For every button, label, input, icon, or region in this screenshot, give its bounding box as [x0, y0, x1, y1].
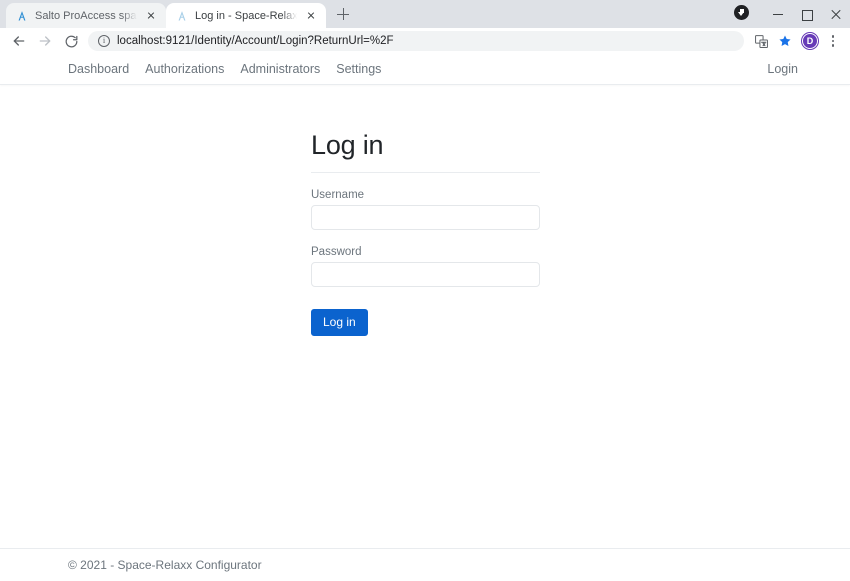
close-icon[interactable] — [304, 9, 318, 23]
maximize-button[interactable] — [792, 1, 821, 27]
page-viewport: Dashboard Authorizations Administrators … — [0, 54, 850, 581]
minimize-button[interactable] — [763, 1, 792, 27]
site-nav-right: Login — [767, 62, 798, 76]
username-input[interactable] — [311, 205, 540, 231]
username-field-group: Username — [311, 189, 540, 231]
tab-strip: Salto ProAccess space Log in - Space-Rel… — [0, 0, 850, 28]
password-field-group: Password — [311, 246, 540, 288]
nav-link-authorizations[interactable]: Authorizations — [145, 62, 224, 76]
nav-link-login[interactable]: Login — [767, 62, 798, 76]
tab-title: Salto ProAccess space — [35, 9, 137, 22]
nav-link-administrators[interactable]: Administrators — [240, 62, 320, 76]
translate-icon[interactable] — [750, 30, 772, 52]
new-tab-button[interactable] — [330, 1, 356, 27]
download-complete-icon[interactable] — [734, 5, 749, 20]
kebab-menu-icon[interactable] — [824, 32, 842, 50]
reload-icon[interactable] — [58, 28, 84, 54]
forward-icon[interactable] — [32, 28, 58, 54]
nav-link-settings[interactable]: Settings — [336, 62, 381, 76]
password-label: Password — [311, 246, 362, 259]
submit-row: Log in — [311, 309, 540, 337]
window-controls — [734, 0, 850, 28]
toolbar-icons: D — [750, 30, 842, 52]
address-bar[interactable]: localhost:9121/Identity/Account/Login?Re… — [88, 31, 744, 51]
title-divider — [311, 172, 540, 174]
salto-logo-icon — [16, 10, 28, 22]
url-text: localhost:9121/Identity/Account/Login?Re… — [117, 35, 394, 47]
main-content: Log in Username Password Log in © 2021 -… — [0, 85, 850, 581]
browser-window: Salto ProAccess space Log in - Space-Rel… — [0, 0, 850, 581]
avatar[interactable]: D — [801, 32, 819, 50]
close-window-button[interactable] — [821, 1, 850, 27]
site-nav-links: Dashboard Authorizations Administrators … — [68, 62, 381, 76]
site-navbar: Dashboard Authorizations Administrators … — [0, 54, 850, 85]
site-footer: © 2021 - Space-Relaxx Configurator — [0, 548, 850, 581]
tab-title: Log in - Space-Relaxx Configurat — [195, 9, 297, 22]
star-icon[interactable] — [774, 30, 796, 52]
back-icon[interactable] — [6, 28, 32, 54]
info-circle-icon[interactable] — [98, 34, 110, 47]
username-label: Username — [311, 189, 365, 202]
password-input[interactable] — [311, 262, 540, 288]
page-title: Log in — [311, 130, 384, 160]
salto-logo-icon — [176, 10, 188, 22]
login-button[interactable]: Log in — [311, 309, 368, 337]
close-icon[interactable] — [144, 9, 158, 23]
footer-copyright: © 2021 - Space-Relaxx Configurator — [68, 558, 262, 572]
nav-link-dashboard[interactable]: Dashboard — [68, 62, 129, 76]
browser-tab-2[interactable]: Log in - Space-Relaxx Configurat — [166, 3, 326, 28]
browser-tab-1[interactable]: Salto ProAccess space — [6, 3, 166, 28]
browser-toolbar: localhost:9121/Identity/Account/Login?Re… — [0, 28, 850, 54]
login-form: Log in Username Password Log in — [311, 129, 540, 337]
